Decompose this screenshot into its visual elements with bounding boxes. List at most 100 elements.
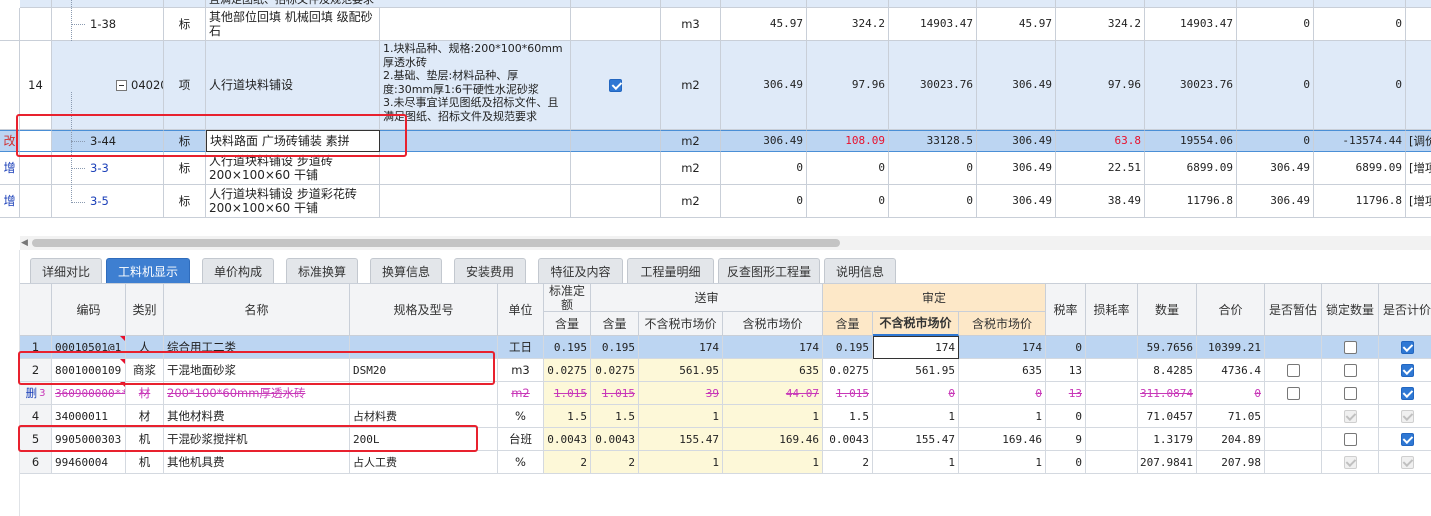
header-audit-price-in[interactable]: 含税市场价 bbox=[959, 312, 1046, 336]
priced-checkbox[interactable] bbox=[1400, 340, 1414, 354]
cell-spec: 200L bbox=[350, 428, 498, 451]
cell-total2: 19554.06 bbox=[1145, 130, 1237, 152]
resource-row-1[interactable]: 1 00010501@1 人综合用工二类 工日 0.195 0.195 174 174 0.19… bbox=[20, 336, 1431, 359]
bill-row-3[interactable]: 改 3-44 标块料路面 广场砖铺装 素拼 m2 306.49 108.09 33128.5… bbox=[0, 130, 1431, 152]
header-loss[interactable]: 损耗率 bbox=[1086, 284, 1138, 336]
tab-10[interactable]: 说明信息 bbox=[824, 258, 896, 283]
tab-8[interactable]: 工程量明细 bbox=[627, 258, 714, 283]
cell-qty1: 45.97 bbox=[721, 8, 807, 41]
header-count[interactable]: 是否计价 bbox=[1379, 284, 1431, 336]
cell-name: 干混地面砂浆 bbox=[164, 359, 350, 382]
header-tax[interactable]: 税率 bbox=[1046, 284, 1086, 336]
bill-row-4[interactable]: 增 3-3 标人行道块料铺设 步道砖 200×100×60 干铺 m2 0 0 0 306.4… bbox=[0, 152, 1431, 185]
cell-row-no bbox=[20, 130, 52, 152]
cell-code: 9905000303 bbox=[52, 428, 126, 451]
header-total[interactable]: 合价 bbox=[1197, 284, 1265, 336]
priced-checkbox[interactable] bbox=[1400, 363, 1414, 377]
cell-price2: 63.8 bbox=[1056, 130, 1145, 152]
cell-unit: m2 bbox=[661, 152, 721, 185]
tab-6[interactable]: 安装费用 bbox=[454, 258, 526, 283]
lock-qty-checkbox[interactable] bbox=[1343, 432, 1357, 446]
resource-row-5[interactable]: 5 9905000303 机干混砂浆搅拌机 200L 台班 0.0043 0.0043 155… bbox=[20, 428, 1431, 451]
priced-checkbox[interactable] bbox=[1400, 432, 1414, 446]
header-submit[interactable]: 送审 bbox=[591, 284, 823, 312]
header-spec[interactable]: 规格及型号 bbox=[350, 284, 498, 336]
resource-row-4[interactable]: 4 34000011 材其他材料费 占材料费% 1.5 1.5 1 1 1.5 1 1 0 71.045… bbox=[20, 405, 1431, 428]
bill-row-2[interactable]: 14 040204002002项人行道块料铺设1.块料品种、规格:200*100*… bbox=[0, 41, 1431, 130]
cell-diff1 bbox=[1237, 0, 1314, 8]
scrollbar-thumb[interactable] bbox=[32, 239, 840, 247]
resource-row-2[interactable]: 2 8001000109 商浆 干混地面砂浆 DSM20 m3 0.0275 0.0275 56… bbox=[20, 359, 1431, 382]
cell-spec: 占材料费 bbox=[350, 405, 498, 428]
provisional-checkbox[interactable] bbox=[1286, 363, 1300, 377]
cell-total2: 11796.8 bbox=[1145, 185, 1237, 218]
row-number: 4 bbox=[20, 405, 52, 428]
left-gutter bbox=[0, 250, 20, 516]
cell-unit: m2 bbox=[498, 382, 544, 405]
header-audit-qty[interactable]: 含量 bbox=[823, 312, 873, 336]
bill-row-5[interactable]: 增 3-5 标人行道块料铺设 步道彩花砖 200×100×60 干铺 m2 0 0 0 306… bbox=[0, 185, 1431, 218]
lock-qty-checkbox[interactable] bbox=[1343, 363, 1357, 377]
tab-9[interactable]: 反查图形工程量 bbox=[718, 258, 820, 283]
header-std-qty[interactable]: 标准定额 bbox=[544, 284, 591, 312]
cell-tax: 0 bbox=[1046, 451, 1086, 474]
cell-a-ex: 1 bbox=[873, 451, 959, 474]
row-checkbox[interactable] bbox=[609, 78, 622, 92]
cell-qty2: 306.49 bbox=[977, 130, 1056, 152]
cell-lock bbox=[1322, 336, 1379, 359]
cell-quantity: 1.3179 bbox=[1138, 428, 1197, 451]
header-name[interactable]: 名称 bbox=[164, 284, 350, 336]
tab-2[interactable]: 工料机显示 bbox=[106, 258, 190, 283]
row-index: 3 bbox=[39, 387, 46, 399]
cell-cat: 商浆 bbox=[126, 359, 164, 382]
header-category[interactable]: 类别 bbox=[126, 284, 164, 336]
tree-connector bbox=[71, 202, 85, 203]
cell-price2: 97.96 bbox=[1056, 41, 1145, 130]
resource-row-6[interactable]: 6 99460004 机其他机具费 占人工费% 2 2 1 1 2 1 1 0 207.9841 207.… bbox=[20, 451, 1431, 474]
header-unit[interactable]: 单位 bbox=[498, 284, 544, 336]
cell-cat: 人 bbox=[126, 336, 164, 359]
tab-1[interactable]: 详细对比 bbox=[30, 258, 102, 283]
cell-code: 360900000*** bbox=[52, 382, 126, 405]
cell-total1: 14903.47 bbox=[889, 8, 977, 41]
cell-spec bbox=[350, 336, 498, 359]
scroll-left-icon[interactable]: ◀ bbox=[21, 238, 28, 248]
tab-5[interactable]: 换算信息 bbox=[370, 258, 442, 283]
horizontal-scrollbar[interactable]: ◀ bbox=[20, 236, 1431, 250]
cell-total1: 0 bbox=[889, 185, 977, 218]
cell-note bbox=[1406, 0, 1431, 8]
cell-name: 人行道块料铺设 步道彩花砖 200×100×60 干铺 bbox=[206, 185, 380, 218]
row-status: 删 bbox=[25, 386, 38, 400]
header-temp[interactable]: 是否暂估 bbox=[1265, 284, 1322, 336]
bill-row-1[interactable]: 1-38 标其他部位回填 机械回填 级配砂石 m3 45.97 324.2 14903.4… bbox=[0, 8, 1431, 41]
collapse-icon[interactable] bbox=[116, 79, 127, 91]
header-std-sub[interactable]: 含量 bbox=[544, 312, 591, 336]
cell-category: 标 bbox=[164, 185, 206, 218]
lock-qty-checkbox[interactable] bbox=[1343, 455, 1357, 469]
provisional-checkbox[interactable] bbox=[1286, 386, 1300, 400]
table-row-partial[interactable]: 且满足图纸、招标文件及规范要求 bbox=[0, 0, 1431, 8]
header-code[interactable]: 编码 bbox=[52, 284, 126, 336]
lock-qty-checkbox[interactable] bbox=[1343, 409, 1357, 423]
lock-qty-checkbox[interactable] bbox=[1343, 386, 1357, 400]
header-submit-qty[interactable]: 含量 bbox=[591, 312, 639, 336]
cell-diff1: 0 bbox=[1237, 8, 1314, 41]
header-submit-price-in[interactable]: 含税市场价 bbox=[723, 312, 823, 336]
priced-checkbox[interactable] bbox=[1400, 409, 1414, 423]
lock-qty-checkbox[interactable] bbox=[1343, 340, 1357, 354]
cell-total: 0 bbox=[1197, 382, 1265, 405]
tab-7[interactable]: 特征及内容 bbox=[538, 258, 623, 283]
cell-a-qty: 1.015 bbox=[823, 382, 873, 405]
tab-4[interactable]: 标准换算 bbox=[286, 258, 358, 283]
header-quantity[interactable]: 数量 bbox=[1138, 284, 1197, 336]
priced-checkbox[interactable] bbox=[1400, 455, 1414, 469]
cell-diff2: 0 bbox=[1314, 41, 1406, 130]
header-submit-price-ex[interactable]: 不含税市场价 bbox=[639, 312, 723, 336]
header-audit-price-ex[interactable]: 不含税市场价 bbox=[873, 312, 959, 336]
tab-3[interactable]: 单价构成 bbox=[202, 258, 274, 283]
cell-diff1: 306.49 bbox=[1237, 152, 1314, 185]
resource-row-3[interactable]: 删3360900000***材200*100*60mm厚透水砖m21.0151.… bbox=[20, 382, 1431, 405]
priced-checkbox[interactable] bbox=[1400, 386, 1414, 400]
header-lock[interactable]: 锁定数量 bbox=[1322, 284, 1379, 336]
header-audit[interactable]: 审定 bbox=[823, 284, 1046, 312]
